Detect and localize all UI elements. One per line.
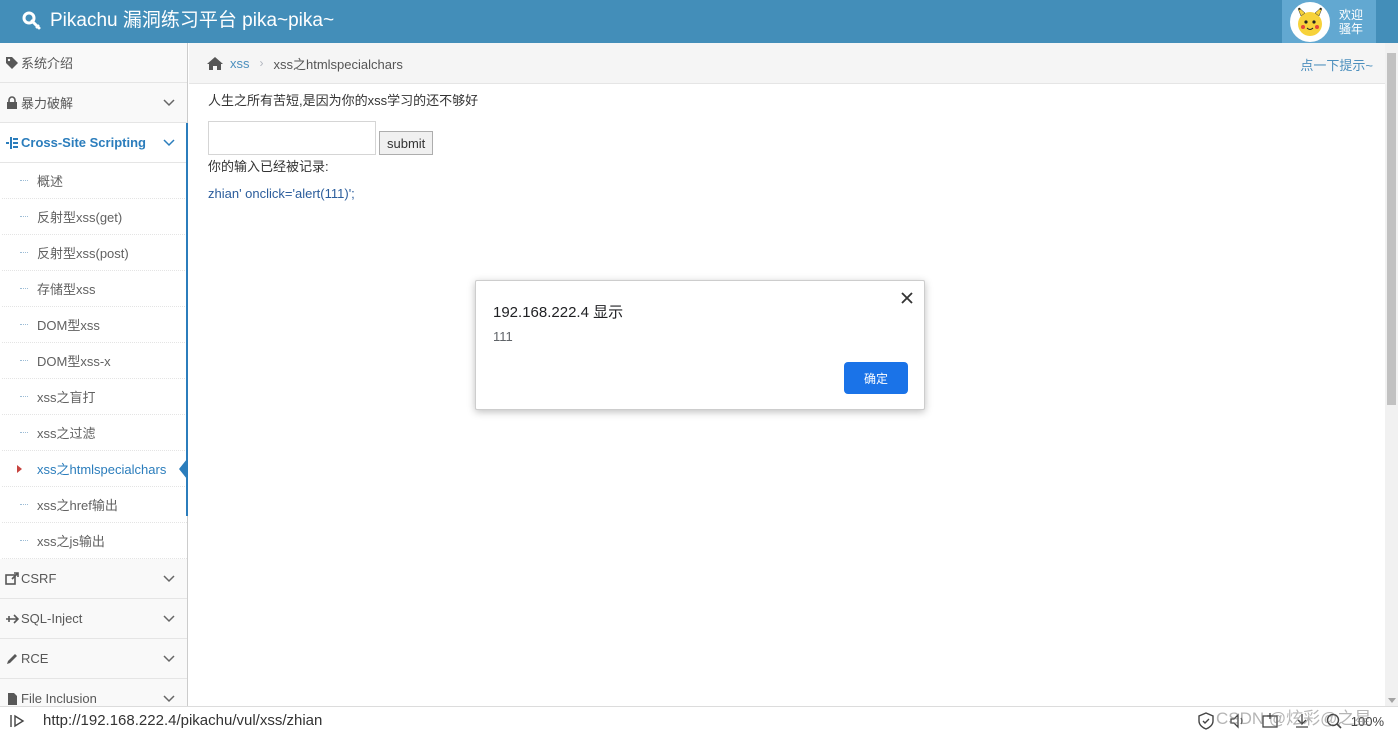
sidebar-item-label: 暴力破解 — [21, 96, 74, 111]
hint-link[interactable]: 点一下提示~ — [1300, 55, 1373, 74]
chevron-down-icon — [163, 615, 175, 623]
status-bar: http://192.168.222.4/pikachu/vul/xss/zhi… — [0, 706, 1398, 734]
breadcrumb: xss › xss之htmlspecialchars 点一下提示~ — [189, 43, 1385, 84]
submenu-item-reflected-post[interactable]: 反射型xss(post) — [2, 235, 187, 271]
xss-submenu: 概述 反射型xss(get) 反射型xss(post) 存储型xss DOM型x… — [0, 163, 187, 559]
avatar — [1290, 1, 1330, 42]
sidebar-item-label: SQL-Inject — [21, 611, 83, 626]
chevron-down-icon — [163, 695, 175, 703]
scroll-down-icon[interactable] — [1388, 698, 1396, 703]
submenu-item-js[interactable]: xss之js输出 — [2, 523, 187, 559]
tag-icon — [5, 56, 19, 70]
chevron-down-icon — [163, 575, 175, 583]
pencil-icon — [5, 652, 19, 666]
sidebar-item-file-inclusion[interactable]: File Inclusion — [0, 679, 187, 706]
sidebar-item-csrf[interactable]: CSRF — [0, 559, 187, 599]
welcome-line-2: 骚年 — [1339, 21, 1364, 36]
breadcrumb-separator-icon: › — [259, 56, 264, 70]
sidebar-item-label: File Inclusion — [21, 691, 97, 706]
home-icon[interactable] — [206, 56, 224, 71]
brand-title: Pikachu 漏洞练习平台 pika~pika~ — [50, 10, 335, 31]
user-menu[interactable]: 欢迎 骚年 — [1282, 0, 1376, 43]
brand[interactable]: Pikachu 漏洞练习平台 pika~pika~ — [22, 8, 334, 34]
share-icon — [5, 571, 19, 586]
vertical-scrollbar[interactable] — [1385, 43, 1398, 706]
submenu-accent-line — [186, 123, 188, 516]
shield-icon[interactable] — [1197, 712, 1215, 730]
record-label: 你的输入已经被记录: — [208, 159, 329, 174]
sidebar-item-xss[interactable]: Cross-Site Scripting — [0, 123, 187, 163]
welcome-text: 欢迎 骚年 — [1339, 8, 1363, 36]
wrench-icon — [22, 11, 41, 30]
dialog-title: 192.168.222.4 显示 — [493, 304, 624, 321]
sidebar-item-intro[interactable]: 系统介绍 — [0, 43, 187, 83]
submenu-item-href[interactable]: xss之href输出 — [2, 487, 187, 523]
watermark: CSDN @炫彩@之星 — [1216, 709, 1372, 728]
dialog-message: 111 — [493, 329, 513, 344]
submenu-item-overview[interactable]: 概述 — [2, 163, 187, 199]
chevron-down-icon — [163, 655, 175, 663]
submenu-item-dom-x[interactable]: DOM型xss-x — [2, 343, 187, 379]
submenu-item-stored[interactable]: 存储型xss — [2, 271, 187, 307]
active-caret-icon — [17, 465, 22, 473]
breadcrumb-current: xss之htmlspecialchars — [273, 56, 403, 72]
page-tagline: 人生之所有苦短,是因为你的xss学习的还不够好 — [208, 93, 479, 108]
alert-dialog: 192.168.222.4 显示 111 确定 — [475, 280, 925, 410]
sidebar-item-label: Cross-Site Scripting — [21, 135, 146, 150]
list-tree-icon — [5, 136, 19, 150]
sidebar-item-label: CSRF — [21, 571, 57, 586]
file-icon — [5, 692, 19, 706]
submenu-item-filter[interactable]: xss之过滤 — [2, 415, 187, 451]
top-navbar: Pikachu 漏洞练习平台 pika~pika~ 欢迎 骚年 — [0, 0, 1398, 43]
xss-form: submit — [208, 121, 434, 155]
status-url: http://192.168.222.4/pikachu/vul/xss/zhi… — [43, 712, 323, 729]
plane-icon — [5, 612, 19, 626]
sidebar-item-label: RCE — [21, 651, 49, 666]
pikachu-avatar-icon — [1296, 5, 1324, 36]
submenu-item-label: xss之htmlspecialchars — [37, 462, 167, 477]
submenu-item-htmlspecialchars[interactable]: xss之htmlspecialchars — [2, 451, 187, 487]
chevron-down-icon — [163, 99, 175, 107]
sidebar-toggle-icon[interactable] — [9, 713, 27, 729]
message-input[interactable] — [208, 121, 376, 155]
submit-button[interactable]: submit — [379, 131, 434, 155]
record-output: zhian' onclick='alert(111)'; — [208, 186, 355, 201]
sidebar-item-rce[interactable]: RCE — [0, 639, 187, 679]
scrollbar-thumb[interactable] — [1387, 53, 1396, 405]
sidebar-item-sql-inject[interactable]: SQL-Inject — [0, 599, 187, 639]
submenu-item-reflected-get[interactable]: 反射型xss(get) — [2, 199, 187, 235]
sidebar: 系统介绍 暴力破解 Cross-Site Scripting 概述 反射型xss… — [0, 43, 188, 706]
main-content: 人生之所有苦短,是因为你的xss学习的还不够好 submit 你的输入已经被记录… — [208, 93, 1378, 201]
submenu-item-dom[interactable]: DOM型xss — [2, 307, 187, 343]
breadcrumb-link-xss[interactable]: xss — [230, 56, 250, 71]
sidebar-item-brute-force[interactable]: 暴力破解 — [0, 83, 187, 123]
close-icon[interactable] — [900, 291, 914, 305]
dialog-ok-button[interactable]: 确定 — [844, 362, 908, 394]
sidebar-item-label: 系统介绍 — [21, 56, 74, 71]
chevron-down-icon — [163, 139, 175, 147]
lock-icon — [5, 95, 19, 110]
welcome-line-1: 欢迎 — [1339, 7, 1364, 22]
submenu-item-blind[interactable]: xss之盲打 — [2, 379, 187, 415]
